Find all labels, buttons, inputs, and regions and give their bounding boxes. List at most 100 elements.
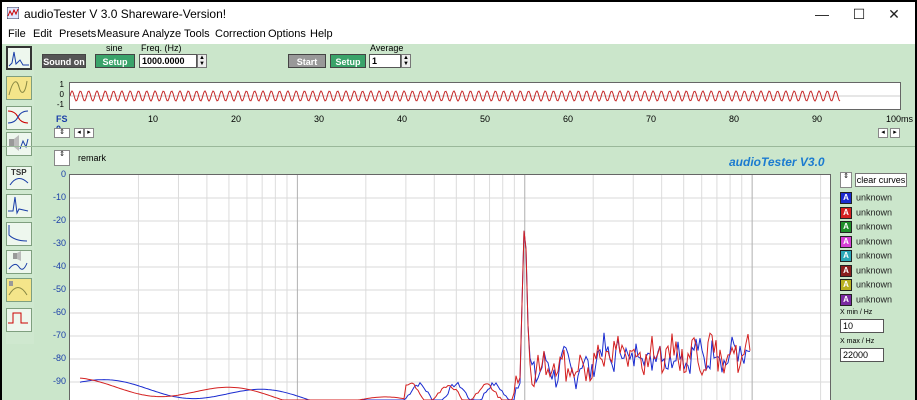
curve-label: unknown xyxy=(856,279,893,290)
menu-file[interactable]: File xyxy=(8,28,26,40)
y-tick-label: -40 xyxy=(52,261,66,271)
average-input[interactable]: 1 xyxy=(369,54,401,68)
osc-y-label-1: 1 xyxy=(59,80,64,89)
curve-color-swatch[interactable]: A xyxy=(840,250,852,262)
osc-x-label: 40 xyxy=(397,114,408,124)
menu-bar: File Edit Presets Measure Analyze Tools … xyxy=(2,26,915,44)
y-tick-label: -10 xyxy=(52,192,66,202)
curve-legend-item[interactable]: Aunknown xyxy=(840,250,892,262)
spectrum-zoom-spinner[interactable]: ⇕ xyxy=(54,150,70,166)
curve-label: unknown xyxy=(856,293,893,304)
curve-legend-item[interactable]: Aunknown xyxy=(840,192,892,204)
osc-scroll-right-button[interactable]: ▸ xyxy=(84,128,94,138)
divider xyxy=(2,146,915,147)
speaker-tool-icon[interactable] xyxy=(6,132,32,156)
menu-correction[interactable]: Correction xyxy=(215,28,266,40)
spectrum-trace xyxy=(79,230,751,400)
osc-x-label: 70 xyxy=(646,114,657,124)
app-window: audioTester V 3.0 Shareware-Version! — ☐… xyxy=(2,2,915,400)
y-tick-label: -50 xyxy=(52,284,66,294)
curve-color-swatch[interactable]: A xyxy=(840,206,852,219)
spectrum-chart xyxy=(70,175,830,400)
xmax-input[interactable]: 22000 xyxy=(840,348,884,362)
curve-legend-item[interactable]: Aunknown xyxy=(840,235,893,248)
spectrum-trace xyxy=(79,230,751,400)
frequency-input[interactable]: 1000.0000 xyxy=(139,54,197,68)
osc-x-label: 20 xyxy=(231,114,242,124)
frequency-label: Freq. (Hz) xyxy=(141,43,182,53)
curve-color-swatch[interactable]: A xyxy=(840,221,852,233)
oscilloscope-waveform xyxy=(69,90,900,102)
curve-color-swatch[interactable]: A xyxy=(840,293,852,306)
app-icon xyxy=(7,7,19,19)
start-button[interactable]: Start xyxy=(288,54,326,68)
curve-scroll-spinner[interactable]: ⇕ xyxy=(840,172,852,188)
window-title: audioTester V 3.0 Shareware-Version! xyxy=(24,7,227,21)
osc-y-label-neg1: -1 xyxy=(56,100,64,109)
close-button[interactable]: ✕ xyxy=(871,2,915,26)
tsp-tool-icon[interactable]: TSP xyxy=(6,166,32,190)
menu-measure[interactable]: Measure xyxy=(97,28,140,40)
remark-label: remark xyxy=(78,153,107,163)
average-label: Average xyxy=(370,43,404,53)
impulse-tool-icon[interactable] xyxy=(6,194,32,218)
osc-scroll-left-button[interactable]: ◂ xyxy=(878,128,888,138)
y-tick-label: -70 xyxy=(52,330,66,340)
osc-zoom-spinner[interactable]: ⇕ xyxy=(54,128,70,138)
sound-on-button[interactable]: Sound on xyxy=(42,54,86,68)
filter-tool-icon[interactable] xyxy=(6,76,32,100)
menu-presets[interactable]: Presets xyxy=(59,28,96,40)
frequency-spinner[interactable]: ▲ ▼ xyxy=(197,54,207,68)
curve-label: unknown xyxy=(856,206,893,217)
menu-tools[interactable]: Tools xyxy=(184,28,210,40)
y-tick-label: -80 xyxy=(52,353,66,363)
curve-legend-item[interactable]: Aunknown xyxy=(840,264,893,277)
curve-label: unknown xyxy=(856,264,893,275)
curve-label: unknown xyxy=(856,250,893,261)
xmin-input[interactable]: 10 xyxy=(840,319,884,333)
left-toolbar: TSP xyxy=(6,46,34,344)
curve-legend-item[interactable]: Aunknown xyxy=(840,206,893,219)
osc-x-label: 80 xyxy=(729,114,740,124)
curve-legend-item[interactable]: Aunknown xyxy=(840,293,893,306)
osc-y-label-0: 0 xyxy=(59,90,64,99)
brand-label: audioTester V3.0 xyxy=(729,155,825,169)
oscilloscope-plot xyxy=(69,82,901,110)
y-tick-label: 0 xyxy=(60,169,66,179)
menu-help[interactable]: Help xyxy=(310,28,333,40)
speaker-impedance-tool-icon[interactable] xyxy=(6,250,32,274)
menu-analyze[interactable]: Analyze xyxy=(142,28,181,40)
osc-x-label: 100ms xyxy=(886,114,914,124)
frequency-response-tool-icon[interactable] xyxy=(6,106,32,130)
waveform-type-label: sine xyxy=(106,43,123,53)
y-tick-label: -60 xyxy=(52,307,66,317)
curve-legend-item[interactable]: Aunknown xyxy=(840,221,892,233)
osc-x-label: 60 xyxy=(563,114,574,124)
y-tick-label: -30 xyxy=(52,238,66,248)
average-spinner[interactable]: ▲ ▼ xyxy=(401,54,411,68)
generator-setup-button[interactable]: Setup xyxy=(95,54,135,68)
curve-legend-item[interactable]: Aunknown xyxy=(840,279,892,291)
osc-x-label: 30 xyxy=(314,114,325,124)
osc-x-label: 10 xyxy=(148,114,159,124)
spectrum-tool-icon[interactable] xyxy=(6,46,32,70)
analyzer-setup-button[interactable]: Setup xyxy=(330,54,366,68)
curve-label: unknown xyxy=(856,235,893,246)
menu-options[interactable]: Options xyxy=(268,28,306,40)
osc-scroll-left-button[interactable]: ◂ xyxy=(74,128,84,138)
curve-color-swatch[interactable]: A xyxy=(840,264,852,277)
osc-x-label: 50 xyxy=(480,114,491,124)
waveform-tool-icon[interactable] xyxy=(6,308,32,332)
menu-edit[interactable]: Edit xyxy=(33,28,52,40)
curve-color-swatch[interactable]: A xyxy=(840,235,852,248)
step-response-tool-icon[interactable] xyxy=(6,222,32,246)
curve-label: unknown xyxy=(856,221,893,232)
y-tick-label: -90 xyxy=(52,376,66,386)
curve-color-swatch[interactable]: A xyxy=(840,279,852,291)
curve-color-swatch[interactable]: A xyxy=(840,192,852,204)
speaker-dbm-tool-icon[interactable] xyxy=(6,278,32,302)
spectrum-plot xyxy=(69,174,831,400)
curve-label: unknown xyxy=(856,192,893,203)
clear-curves-button[interactable]: clear curves xyxy=(855,173,907,187)
osc-scroll-right-button[interactable]: ▸ xyxy=(890,128,900,138)
